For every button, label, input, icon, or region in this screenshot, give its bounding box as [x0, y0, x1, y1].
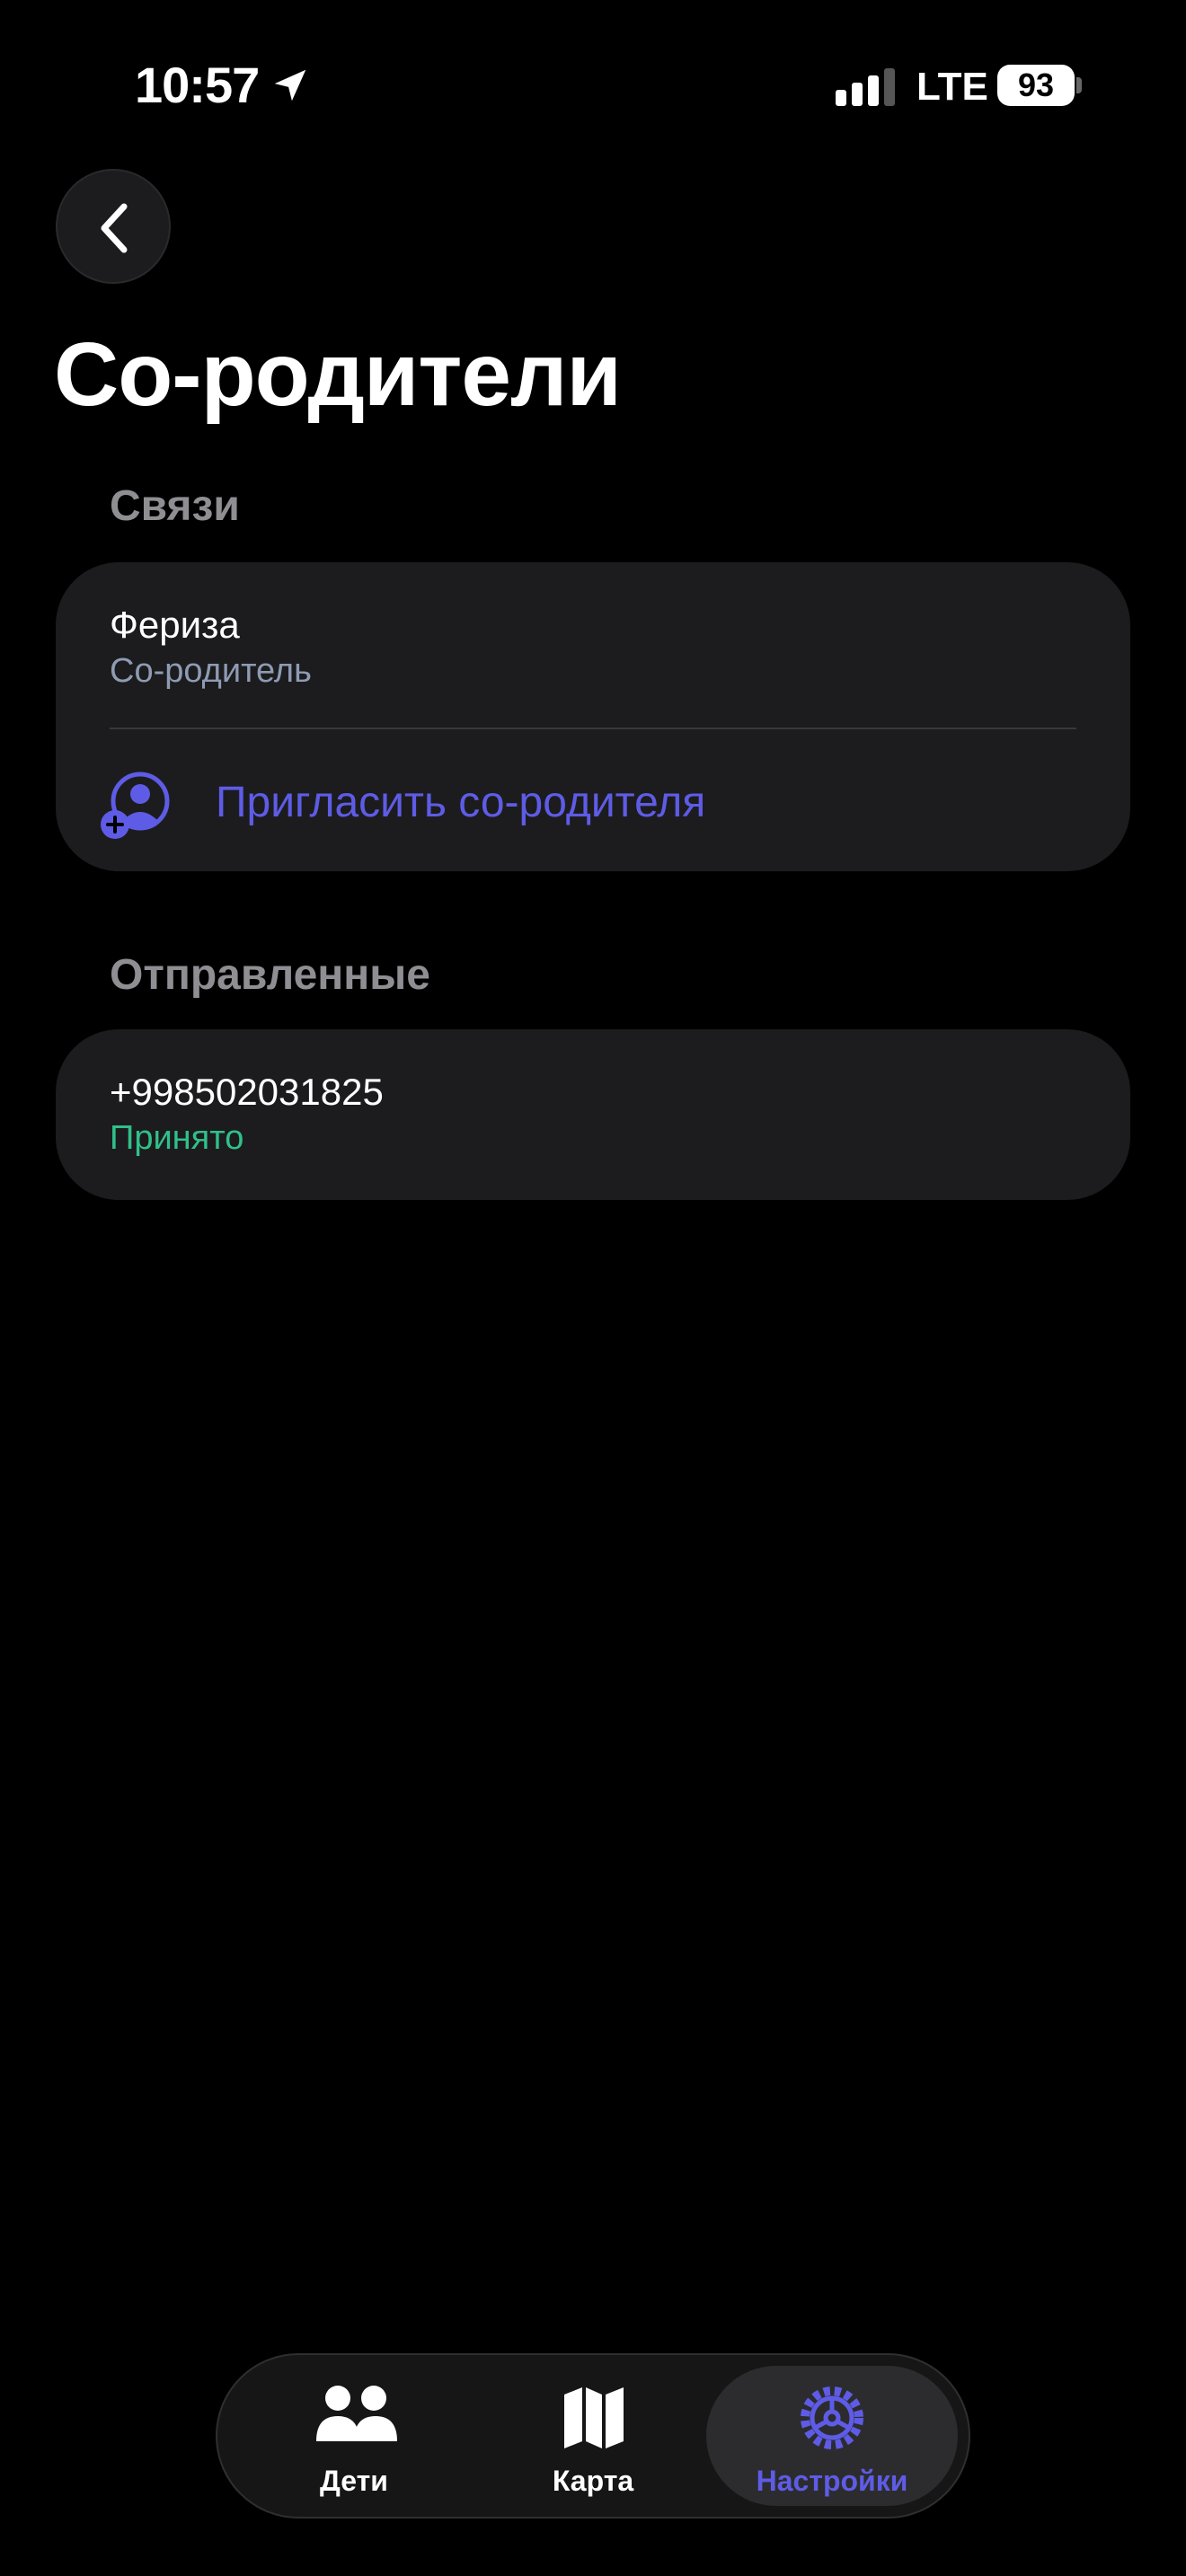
battery-tip	[1076, 77, 1082, 93]
sent-status: Принято	[110, 1119, 244, 1157]
tab-label: Дети	[320, 2465, 388, 2497]
sent-invitation-row[interactable]: +998502031825 Принято	[56, 1029, 1130, 1200]
location-arrow-icon	[274, 69, 306, 101]
tab-settings[interactable]: Настройки	[706, 2366, 958, 2506]
coparent-name: Фериза	[110, 604, 240, 646]
back-button[interactable]	[56, 169, 171, 284]
chevron-left-icon	[101, 203, 128, 253]
tab-label: Карта	[552, 2465, 634, 2497]
section-label-connections: Связи	[110, 482, 240, 530]
tab-map[interactable]: Карта	[467, 2366, 719, 2506]
page-title: Со-родители	[54, 324, 622, 425]
battery-indicator: 93	[997, 65, 1075, 106]
people-icon	[316, 2386, 397, 2441]
coparent-role: Со-родитель	[110, 652, 312, 690]
tab-label: Настройки	[756, 2465, 908, 2497]
coparent-row[interactable]: Фериза Со-родитель	[56, 562, 1130, 728]
invite-coparent-label: Пригласить со-родителя	[216, 779, 706, 826]
tab-bar: Дети Карта Настройки	[216, 2353, 970, 2519]
section-label-sent: Отправленные	[110, 951, 430, 999]
map-icon	[564, 2387, 624, 2448]
signal-icon	[836, 68, 895, 106]
gear-icon	[801, 2386, 863, 2449]
sent-phone: +998502031825	[110, 1071, 384, 1113]
status-time: 10:57	[135, 57, 260, 113]
tab-children[interactable]: Дети	[228, 2366, 480, 2506]
add-person-icon	[101, 772, 170, 839]
network-type: LTE	[916, 65, 988, 109]
